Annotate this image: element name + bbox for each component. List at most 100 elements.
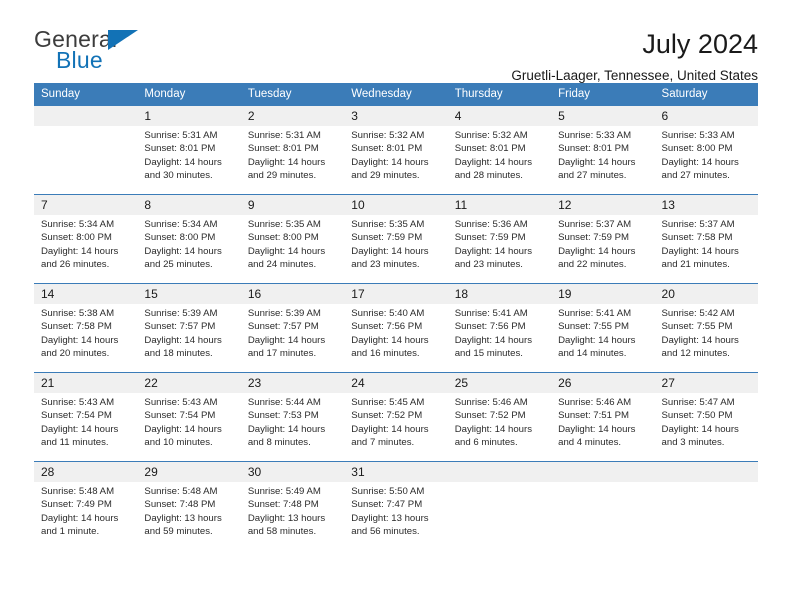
day-number[interactable]: 19 [551, 284, 655, 304]
day-info-line: and 7 minutes. [351, 437, 415, 449]
day-cell[interactable]: Sunrise: 5:37 AM Sunset: 7:59 PM Daylight:… [551, 215, 655, 283]
day-info-line: Sunset: 7:56 PM [351, 321, 423, 333]
day-info-line: Sunrise: 5:48 AM [144, 486, 218, 497]
day-info-line: and 3 minutes. [661, 437, 725, 449]
day-info-line: Sunset: 7:47 PM [351, 499, 423, 511]
day-cell[interactable]: Sunrise: 5:41 AM Sunset: 7:55 PM Daylight:… [551, 304, 655, 372]
day-cell[interactable]: Sunrise: 5:43 AM Sunset: 7:54 PM Daylight:… [137, 393, 241, 461]
day-cell[interactable]: Sunrise: 5:40 AM Sunset: 7:56 PM Daylight:… [344, 304, 448, 372]
day-number[interactable]: 10 [344, 195, 448, 215]
day-info-line: Sunset: 7:55 PM [558, 321, 630, 333]
day-cell[interactable]: Sunrise: 5:33 AM Sunset: 8:01 PM Daylight:… [551, 126, 655, 194]
day-cell[interactable]: Sunrise: 5:35 AM Sunset: 8:00 PM Daylight:… [240, 215, 345, 283]
day-number[interactable]: 2 [240, 106, 345, 126]
day-number[interactable]: 9 [240, 195, 345, 215]
day-number[interactable]: 5 [551, 106, 655, 126]
day-cell[interactable]: Sunrise: 5:31 AM Sunset: 8:01 PM Daylight:… [137, 126, 241, 194]
day-cell[interactable]: Sunrise: 5:34 AM Sunset: 8:00 PM Daylight:… [137, 215, 241, 283]
day-number-row: 7 8 9 10 11 12 13 [34, 195, 758, 215]
day-number[interactable]: 20 [654, 284, 758, 304]
day-cell[interactable]: Sunrise: 5:44 AM Sunset: 7:53 PM Daylight:… [240, 393, 345, 461]
day-number[interactable]: 12 [551, 195, 655, 215]
day-number-row: 123456 [34, 106, 758, 126]
day-number[interactable]: 31 [344, 462, 448, 482]
day-info-line: Daylight: 14 hours [247, 334, 326, 346]
day-cell[interactable]: Sunrise: 5:41 AM Sunset: 7:56 PM Daylight:… [447, 304, 552, 372]
page-title: July 2024 [642, 29, 758, 59]
day-number[interactable]: 21 [34, 373, 138, 393]
day-info-line: and 15 minutes. [454, 348, 523, 360]
day-number[interactable]: 26 [551, 373, 655, 393]
day-cell[interactable]: Sunrise: 5:32 AM Sunset: 8:01 PM Daylight:… [447, 126, 552, 194]
day-info-line: and 12 minutes. [661, 348, 730, 360]
day-cell[interactable]: Sunrise: 5:34 AM Sunset: 8:00 PM Daylight:… [34, 215, 138, 283]
day-cell[interactable]: Sunrise: 5:49 AM Sunset: 7:48 PM Daylight:… [240, 482, 345, 550]
day-number[interactable]: 15 [137, 284, 241, 304]
day-info-line: Sunrise: 5:31 AM [144, 130, 218, 141]
weekday-header-friday: Friday [551, 83, 655, 105]
day-cell[interactable]: Sunrise: 5:35 AM Sunset: 7:59 PM Daylight:… [344, 215, 448, 283]
day-number[interactable]: 22 [137, 373, 241, 393]
day-cell[interactable]: Sunrise: 5:38 AM Sunset: 7:58 PM Daylight:… [34, 304, 138, 372]
day-number[interactable]: 3 [344, 106, 448, 126]
day-info-line: Sunset: 7:48 PM [144, 499, 216, 511]
day-cell[interactable]: Sunrise: 5:36 AM Sunset: 7:59 PM Daylight:… [447, 215, 552, 283]
day-info-line: Sunset: 8:00 PM [144, 232, 216, 244]
day-cell[interactable]: Sunrise: 5:46 AM Sunset: 7:51 PM Daylight:… [551, 393, 655, 461]
day-cell[interactable]: Sunrise: 5:32 AM Sunset: 8:01 PM Daylight:… [344, 126, 448, 194]
day-number-empty [34, 106, 138, 126]
day-number[interactable]: 18 [447, 284, 552, 304]
weekday-header-monday: Monday [137, 83, 241, 105]
day-info-line: Sunrise: 5:37 AM [558, 219, 632, 230]
day-cell[interactable]: Sunrise: 5:46 AM Sunset: 7:52 PM Daylight:… [447, 393, 552, 461]
day-cell[interactable]: Sunrise: 5:50 AM Sunset: 7:47 PM Daylight:… [344, 482, 448, 550]
day-number[interactable]: 7 [34, 195, 138, 215]
day-cell[interactable]: Sunrise: 5:48 AM Sunset: 7:49 PM Daylight:… [34, 482, 138, 550]
day-number-row: 28 29 30 31 [34, 462, 758, 482]
day-info-line: and 27 minutes. [558, 170, 627, 182]
day-cell[interactable]: Sunrise: 5:33 AM Sunset: 8:00 PM Daylight:… [654, 126, 758, 194]
day-info-line: Daylight: 14 hours [558, 423, 636, 435]
day-number[interactable]: 28 [34, 462, 138, 482]
day-number[interactable]: 29 [137, 462, 241, 482]
day-cell[interactable]: Sunrise: 5:37 AM Sunset: 7:58 PM Daylight:… [654, 215, 758, 283]
day-cell[interactable]: Sunrise: 5:48 AM Sunset: 7:48 PM Daylight:… [137, 482, 241, 550]
day-number[interactable]: 17 [344, 284, 448, 304]
day-cell[interactable]: Sunrise: 5:43 AM Sunset: 7:54 PM Daylight:… [34, 393, 138, 461]
day-cell[interactable]: Sunrise: 5:42 AM Sunset: 7:55 PM Daylight:… [654, 304, 758, 372]
day-info-line: and 21 minutes. [661, 259, 730, 271]
day-number[interactable]: 27 [654, 373, 758, 393]
day-info-line: Daylight: 13 hours [144, 512, 222, 524]
day-info-line: Sunrise: 5:34 AM [144, 219, 218, 230]
day-number[interactable]: 16 [240, 284, 345, 304]
general-blue-logo[interactable]: General Blue [34, 26, 149, 74]
day-number[interactable]: 25 [447, 373, 552, 393]
day-number[interactable]: 8 [137, 195, 241, 215]
day-cell[interactable]: Sunrise: 5:47 AM Sunset: 7:50 PM Daylight:… [654, 393, 758, 461]
day-number[interactable]: 11 [447, 195, 552, 215]
day-number[interactable]: 14 [34, 284, 138, 304]
day-number[interactable]: 6 [654, 106, 758, 126]
logo-text-blue: Blue [56, 47, 103, 73]
day-info-line: Daylight: 14 hours [351, 334, 429, 346]
day-number[interactable]: 23 [240, 373, 345, 393]
day-number[interactable]: 1 [137, 106, 241, 126]
day-info-line: and 23 minutes. [454, 259, 523, 271]
day-info-line: Sunrise: 5:36 AM [454, 219, 528, 230]
day-info-line: Sunset: 7:52 PM [454, 410, 526, 422]
day-info-line: and 8 minutes. [247, 437, 311, 449]
day-info-line: Daylight: 14 hours [661, 423, 739, 435]
day-info-line: Daylight: 14 hours [558, 156, 636, 168]
day-info-line: and 16 minutes. [351, 348, 420, 360]
day-cell[interactable]: Sunrise: 5:31 AM Sunset: 8:01 PM Daylight:… [240, 126, 345, 194]
day-cell[interactable]: Sunrise: 5:39 AM Sunset: 7:57 PM Daylight:… [137, 304, 241, 372]
day-number[interactable]: 4 [447, 106, 552, 126]
day-number[interactable]: 30 [240, 462, 345, 482]
day-info-line: Sunset: 7:59 PM [351, 232, 423, 244]
day-info-line: Daylight: 14 hours [41, 245, 119, 257]
day-number[interactable]: 13 [654, 195, 758, 215]
day-cell[interactable]: Sunrise: 5:45 AM Sunset: 7:52 PM Daylight:… [344, 393, 448, 461]
day-cell[interactable]: Sunrise: 5:39 AM Sunset: 7:57 PM Daylight:… [240, 304, 345, 372]
day-number[interactable]: 24 [344, 373, 448, 393]
day-info-row: Sunrise: 5:48 AM Sunset: 7:49 PM Daylight:… [34, 482, 758, 550]
